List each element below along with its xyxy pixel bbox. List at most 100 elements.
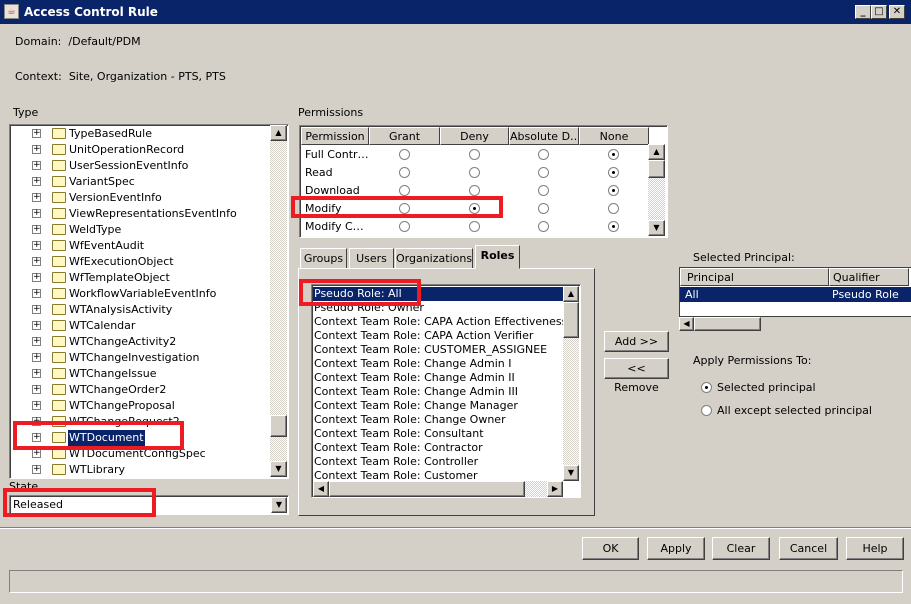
expand-icon[interactable]: + [32,353,41,362]
expand-icon[interactable]: + [32,161,41,170]
help-button[interactable]: Help [846,537,904,560]
tree-item[interactable]: + WTChangeOrder2 [10,382,270,398]
column-header-principal[interactable]: Principal [680,268,829,286]
expand-icon[interactable]: + [32,225,41,234]
permissions-scrollbar[interactable]: ▲ ▼ [648,144,665,236]
remove-button[interactable]: << Remove [604,358,669,394]
chevron-down-icon[interactable]: ▼ [271,497,287,513]
column-header[interactable]: None [579,127,649,145]
permission-radio[interactable] [468,185,480,196]
scroll-up-arrow[interactable]: ▲ [563,286,579,302]
list-item[interactable]: Context Team Role: Change Admin I [313,357,564,371]
expand-icon[interactable]: + [32,321,41,330]
list-item[interactable]: Context Team Role: Consultant [313,427,564,441]
expand-icon[interactable]: + [32,449,41,458]
expand-icon[interactable]: + [32,385,41,394]
expand-icon[interactable]: + [32,209,41,218]
scroll-down-arrow[interactable]: ▼ [563,465,579,481]
roles-vscrollbar[interactable]: ▲ ▼ [563,286,579,481]
list-item[interactable]: Context Team Role: CUSTOMER_ASSIGNEE [313,343,564,357]
permission-radio[interactable] [608,185,619,196]
expand-icon[interactable]: + [32,401,41,410]
permission-radio[interactable] [538,167,549,178]
tree-item[interactable]: + WeldType [10,222,270,238]
tree-item[interactable]: + WTLibrary [10,462,270,478]
type-tree-scrollbar[interactable]: ▲ ▼ [270,125,287,477]
permission-radio[interactable] [468,221,480,232]
principal-hscrollbar[interactable]: ◀ [679,317,761,331]
cancel-button[interactable]: Cancel [779,537,838,560]
scroll-right-arrow[interactable]: ▶ [547,481,563,497]
scroll-thumb[interactable] [270,415,287,437]
permissions-table[interactable]: Permission Grant Deny Absolute D… None Full C… [299,125,668,238]
permission-radio[interactable] [538,221,549,232]
list-item[interactable]: Context Team Role: Contractor [313,441,564,455]
tab-users[interactable]: Users [349,248,394,269]
list-item[interactable]: Context Team Role: CAPA Action Effective… [313,315,564,329]
roles-hscrollbar[interactable]: ◀ ▶ [313,481,563,497]
expand-icon[interactable]: + [32,337,41,346]
option-selected-principal[interactable]: Selected principal [717,381,816,394]
scroll-thumb[interactable] [694,317,761,331]
option-all-except[interactable]: All except selected principal [717,404,872,417]
permission-radio[interactable] [608,203,619,214]
expand-icon[interactable]: + [32,177,41,186]
apply-button[interactable]: Apply [647,537,705,560]
tree-item[interactable]: + WfEventAudit [10,238,270,254]
list-item[interactable]: Context Team Role: CAPA Action Verifier [313,329,564,343]
tab-roles[interactable]: Roles [475,245,520,269]
scroll-down-arrow[interactable]: ▼ [648,220,665,236]
tree-item[interactable]: + VersionEventInfo [10,190,270,206]
maximize-button[interactable]: □ [871,5,887,19]
add-button[interactable]: Add >> [604,331,669,352]
tree-item[interactable]: + TypeBasedRule [10,126,270,142]
permission-radio[interactable] [468,167,480,178]
permission-radio[interactable] [398,149,410,160]
clear-button[interactable]: Clear [712,537,770,560]
tree-item[interactable]: + WTCalendar [10,318,270,334]
list-item[interactable]: Context Team Role: Change Manager [313,399,564,413]
expand-icon[interactable]: + [32,145,41,154]
tree-item[interactable]: + WTChangeActivity2 [10,334,270,350]
expand-icon[interactable]: + [32,305,41,314]
tree-item[interactable]: + WfTemplateObject [10,270,270,286]
permission-radio[interactable] [538,185,549,196]
tree-item[interactable]: + WfExecutionObject [10,254,270,270]
expand-icon[interactable]: + [32,369,41,378]
scroll-up-arrow[interactable]: ▲ [648,144,665,160]
tree-item[interactable]: + VariantSpec [10,174,270,190]
table-row[interactable]: All Pseudo Role [680,287,911,302]
scroll-left-arrow[interactable]: ◀ [313,481,329,497]
scroll-left-arrow[interactable]: ◀ [679,317,694,331]
selected-principal-table[interactable]: Principal Qualifier All Pseudo Role [679,267,911,317]
tab-groups[interactable]: Groups [300,248,347,269]
permission-radio[interactable] [538,149,549,160]
scroll-up-arrow[interactable]: ▲ [270,125,287,141]
expand-icon[interactable]: + [32,273,41,282]
tab-organizations[interactable]: Organizations [395,248,473,269]
tree-item[interactable]: + UnitOperationRecord [10,142,270,158]
permission-radio[interactable] [608,167,619,178]
radio-selected-principal[interactable] [701,382,712,393]
column-header[interactable]: Grant [369,127,440,145]
permission-radio[interactable] [608,149,619,160]
column-header[interactable]: Absolute D… [509,127,579,145]
tree-item[interactable]: + WTChangeIssue [10,366,270,382]
permission-radio[interactable] [398,185,410,196]
list-item[interactable]: Context Team Role: Change Owner [313,413,564,427]
permission-radio[interactable] [608,221,619,232]
expand-icon[interactable]: + [32,129,41,138]
roles-list[interactable]: Pseudo Role: All Pseudo Role: Owner Contex… [311,284,581,498]
permission-radio[interactable] [538,203,549,214]
list-item[interactable]: Context Team Role: Change Admin II [313,371,564,385]
expand-icon[interactable]: + [32,241,41,250]
tree-item[interactable]: + WTChangeInvestigation [10,350,270,366]
tree-item[interactable]: + WTChangeProposal [10,398,270,414]
scroll-thumb[interactable] [329,481,525,497]
scroll-thumb[interactable] [563,302,579,338]
scroll-thumb[interactable] [648,160,665,178]
permission-radio[interactable] [398,221,410,232]
column-header[interactable]: Deny [440,127,509,145]
permission-radio[interactable] [398,167,410,178]
radio-all-except[interactable] [701,405,712,416]
